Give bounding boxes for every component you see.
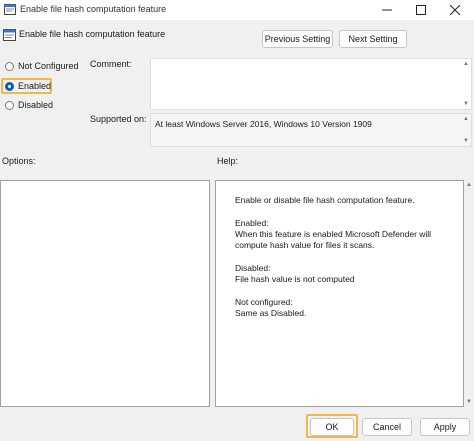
options-label: Options: <box>2 156 36 166</box>
radio-not-configured[interactable]: Not Configured <box>5 59 79 73</box>
supported-on-field: At least Windows Server 2016, Windows 10… <box>150 113 472 147</box>
policy-setting-icon <box>3 29 16 41</box>
radio-disabled[interactable]: Disabled <box>5 98 53 112</box>
comment-label: Comment: <box>90 59 132 69</box>
window-title: Enable file hash computation feature <box>20 4 167 14</box>
close-icon[interactable] <box>438 0 472 20</box>
policy-setting-icon <box>4 4 16 15</box>
options-panel <box>0 180 210 407</box>
help-line: Same as Disabled. <box>235 308 307 318</box>
help-line: When this feature is enabled Microsoft D… <box>235 229 432 239</box>
setting-title: Enable file hash computation feature <box>19 29 166 39</box>
scroll-down-arrow-icon[interactable]: ▼ <box>463 101 469 107</box>
ok-button[interactable]: OK <box>310 418 354 436</box>
scroll-up-arrow-icon[interactable]: ▲ <box>466 182 472 188</box>
scroll-down-arrow-icon[interactable]: ▼ <box>463 138 469 144</box>
minimize-icon[interactable] <box>370 0 404 20</box>
comment-textarea[interactable]: ▲ ▼ <box>150 58 472 110</box>
help-label: Help: <box>217 156 239 166</box>
radio-enabled[interactable]: Enabled <box>5 79 51 93</box>
radio-button-icon[interactable] <box>5 61 14 71</box>
apply-button[interactable]: Apply <box>420 418 470 436</box>
scroll-up-arrow-icon[interactable]: ▲ <box>463 116 469 122</box>
supported-on-value: At least Windows Server 2016, Windows 10… <box>155 119 372 129</box>
title-bar: Enable file hash computation feature <box>0 0 474 20</box>
cancel-button[interactable]: Cancel <box>362 418 412 436</box>
scroll-up-arrow-icon[interactable]: ▲ <box>463 61 469 67</box>
radio-label: Enabled <box>18 81 52 91</box>
radio-button-icon[interactable] <box>5 100 14 110</box>
help-line: Enabled: <box>235 218 269 228</box>
supported-on-label: Supported on: <box>90 114 147 124</box>
radio-button-selected-icon[interactable] <box>5 81 14 91</box>
radio-label: Not Configured <box>18 61 79 71</box>
help-line: File hash value is not computed <box>235 274 355 284</box>
scroll-down-arrow-icon[interactable]: ▼ <box>466 399 472 405</box>
help-line: Disabled: <box>235 263 271 273</box>
help-panel <box>215 180 464 407</box>
radio-label: Disabled <box>18 100 54 110</box>
previous-setting-button[interactable]: Previous Setting <box>262 30 333 48</box>
help-line: compute hash value for files it scans. <box>235 240 375 250</box>
next-setting-button[interactable]: Next Setting <box>339 30 407 48</box>
maximize-icon[interactable] <box>404 0 438 20</box>
help-line: Enable or disable file hash computation … <box>235 195 415 205</box>
help-line: Not configured: <box>235 297 293 307</box>
